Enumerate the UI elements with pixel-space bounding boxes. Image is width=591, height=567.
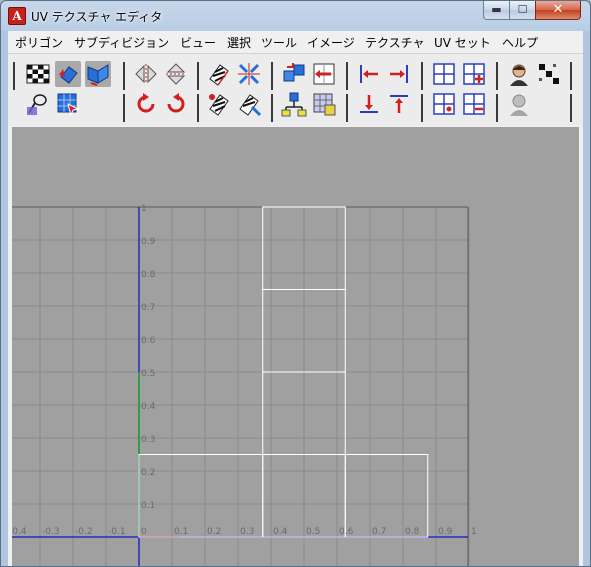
- grid-snap-icon[interactable]: [431, 61, 457, 87]
- lasso-paint-icon[interactable]: [25, 91, 51, 117]
- v-tick-label: 0.7: [141, 303, 155, 313]
- toolbar-separator: [197, 94, 199, 122]
- v-tick-label: 0.2: [141, 468, 155, 478]
- u-tick-label: -0.2: [75, 527, 93, 537]
- flip-u-icon[interactable]: [133, 61, 159, 87]
- menu-texture[interactable]: テクスチャ: [365, 34, 425, 51]
- toolbar-separator: [197, 62, 199, 90]
- checker-uv-icon[interactable]: [25, 61, 51, 87]
- toolbar-separator: [421, 62, 423, 90]
- title-bar[interactable]: A UV テクスチャ エディタ ▬ ☐ ✕: [1, 1, 590, 31]
- v-tick-label: 0.5: [141, 369, 155, 379]
- uv-shell: [138, 454, 264, 538]
- u-tick-label: 0: [141, 527, 147, 537]
- uv-texture-editor-window: A UV テクスチャ エディタ ▬ ☐ ✕ ポリゴン サブディビジョン ビュー …: [0, 0, 591, 567]
- layout-uv-icon[interactable]: [236, 91, 262, 117]
- menu-image[interactable]: イメージ: [307, 34, 355, 51]
- menu-select[interactable]: 選択: [227, 34, 251, 51]
- toolbar-separator: [13, 62, 15, 90]
- align-bottom-icon[interactable]: [356, 91, 382, 117]
- grid-add-icon[interactable]: [461, 61, 487, 87]
- u-tick-label: -0.1: [108, 527, 126, 537]
- rotate-cw-icon[interactable]: [163, 91, 189, 117]
- unfold-uv-icon[interactable]: [206, 91, 232, 117]
- flip-v-icon[interactable]: [163, 61, 189, 87]
- align-right-icon[interactable]: [386, 61, 412, 87]
- u-tick-label: 0.8: [405, 527, 420, 537]
- menu-tools[interactable]: ツール: [261, 34, 297, 51]
- menu-view[interactable]: ビュー: [180, 34, 216, 51]
- toolbar-separator: [421, 94, 423, 122]
- close-button[interactable]: ✕: [535, 1, 581, 20]
- rotate-ccw-icon[interactable]: [133, 91, 159, 117]
- align-left-icon[interactable]: [356, 61, 382, 87]
- minimize-button[interactable]: ▬: [483, 1, 510, 20]
- align-top-icon[interactable]: [386, 91, 412, 117]
- v-tick-label: 0.3: [141, 435, 155, 445]
- v-tick-label: 0.1: [141, 501, 155, 511]
- move-sew-icon[interactable]: [281, 61, 307, 87]
- user-avatar-icon[interactable]: [506, 61, 532, 87]
- uv-shell: [344, 454, 429, 538]
- cut-uv-icon[interactable]: [206, 61, 232, 87]
- v-tick-label: 0.9: [141, 237, 156, 247]
- split-uv-icon[interactable]: [311, 61, 337, 87]
- toolbar-separator: [123, 62, 125, 90]
- u-tick-label: 1: [471, 527, 477, 537]
- menu-subdivision[interactable]: サブディビジョン: [74, 34, 169, 51]
- app-icon: A: [8, 7, 26, 25]
- sew-uv-icon[interactable]: [236, 61, 262, 87]
- uv-viewport[interactable]: -0.4 -0.3 -0.2 -0.1 0 0.1 0.2 0.3 0.4 0.5 0.6 0.7 0.…: [12, 127, 579, 566]
- window-client-area: ポリゴン サブディビジョン ビュー 選択 ツール イメージ テクスチャ UV セ…: [8, 31, 583, 566]
- u-tick-label: 0.5: [306, 527, 320, 537]
- toolbar-separator: [123, 94, 125, 122]
- v-tick-label: 0.4: [141, 402, 156, 412]
- grid-uv-icon[interactable]: [311, 91, 337, 117]
- u-tick-label: -0.3: [42, 527, 60, 537]
- u-tick-label: 0.2: [207, 527, 221, 537]
- toolbar-separator: [271, 62, 273, 90]
- u-tick-label: 0.7: [372, 527, 386, 537]
- menu-polygon[interactable]: ポリゴン: [15, 34, 63, 51]
- uv-grid-canvas[interactable]: -0.4 -0.3 -0.2 -0.1 0 0.1 0.2 0.3 0.4 0.5 0.6 0.7 0.…: [12, 127, 579, 566]
- toolbar: [8, 54, 583, 126]
- toolbar-separator: [346, 94, 348, 122]
- v-tick-label: 1: [141, 204, 147, 214]
- toolbar-separator: [496, 94, 498, 122]
- u-tick-label: 0.9: [438, 527, 453, 537]
- checker-small-icon[interactable]: [536, 61, 562, 87]
- grid-dot-icon[interactable]: [431, 91, 457, 117]
- uv-select-box-icon[interactable]: [55, 91, 81, 117]
- toolbar-separator: [570, 94, 572, 122]
- u-tick-label: 0.4: [273, 527, 288, 537]
- u-tick-label: 0.6: [339, 527, 354, 537]
- uv-move-icon[interactable]: [55, 61, 81, 87]
- toolbar-separator: [271, 94, 273, 122]
- uv-flip-icon[interactable]: [85, 61, 111, 87]
- menu-help[interactable]: ヘルプ: [502, 34, 538, 51]
- u-tick-label: 0.3: [240, 527, 254, 537]
- user-avatar-gray-icon[interactable]: [506, 91, 532, 117]
- grid-remove-icon[interactable]: [461, 91, 487, 117]
- toolbar-separator: [570, 62, 572, 90]
- toolbar-separator: [346, 62, 348, 90]
- v-tick-label: 0.8: [141, 270, 156, 280]
- u-tick-label: -0.4: [12, 527, 27, 537]
- u-tick-label: 0.1: [174, 527, 188, 537]
- v-tick-label: 0.6: [141, 336, 156, 346]
- menu-uv-set[interactable]: UV セット: [434, 34, 491, 51]
- window-title: UV テクスチャ エディタ: [31, 10, 163, 24]
- menu-bar: ポリゴン サブディビジョン ビュー 選択 ツール イメージ テクスチャ UV セ…: [8, 31, 583, 54]
- toolbar-separator: [496, 62, 498, 90]
- maximize-button[interactable]: ☐: [509, 1, 536, 20]
- normalize-uv-icon[interactable]: [281, 91, 307, 117]
